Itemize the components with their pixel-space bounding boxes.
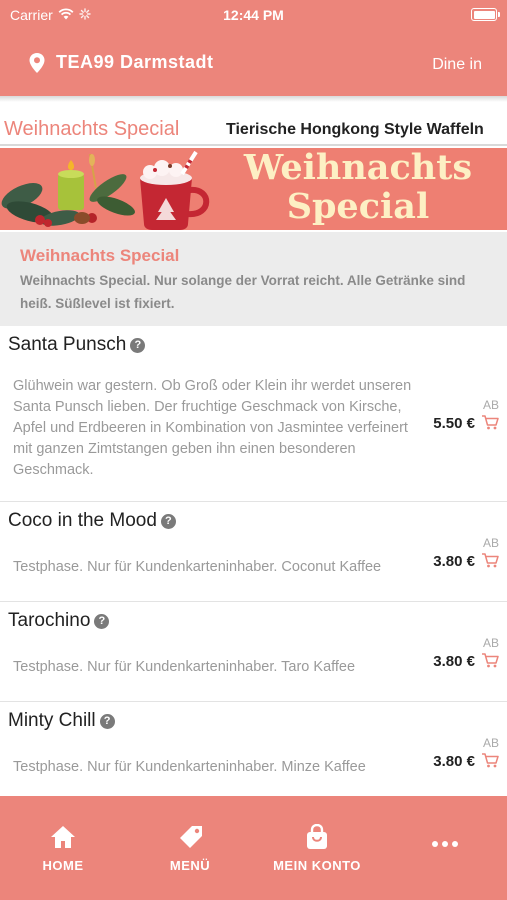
- price-prefix: AB: [482, 536, 499, 550]
- product-name-label: Santa Punsch: [8, 334, 127, 355]
- category-title: Weihnachts Special: [20, 246, 180, 265]
- nav-menu-label: MENÜ: [169, 858, 211, 873]
- nav-more[interactable]: [420, 836, 470, 854]
- product-name: Coco in the Mood ?: [8, 510, 176, 532]
- price-prefix: AB: [482, 398, 499, 412]
- cart-icon[interactable]: [481, 414, 499, 435]
- product-price: 3.80 €: [433, 653, 475, 670]
- dine-mode-button[interactable]: Dine in: [432, 56, 482, 74]
- product-description: Testphase. Nur für Kundenkarteninhaber. …: [13, 759, 366, 775]
- product-price: 3.80 €: [433, 553, 475, 570]
- category-banner: Weihnachts Special: [0, 148, 507, 230]
- banner-title-line-2: Special: [286, 186, 430, 227]
- help-icon[interactable]: ?: [99, 713, 115, 729]
- nav-menu[interactable]: MENÜ: [155, 824, 225, 873]
- price-prefix: AB: [482, 636, 499, 650]
- bag-icon: [303, 823, 331, 854]
- product-name-label: Minty Chill: [8, 710, 96, 731]
- product-description: Testphase. Nur für Kundenkarteninhaber. …: [13, 659, 356, 675]
- product-name-label: Coco in the Mood: [8, 510, 157, 531]
- product-price: 3.80 €: [433, 753, 475, 770]
- product-description: Glühwein war gestern. Ob Groß oder Klein…: [13, 378, 412, 478]
- christmas-decoration-illustration: [1, 150, 210, 230]
- help-icon[interactable]: ?: [130, 337, 146, 353]
- product-name: Tarochino ?: [8, 610, 110, 632]
- product-item-tarochino[interactable]: Tarochino ? Testphase. Nur für Kundenkar…: [0, 602, 507, 702]
- nav-home-label: HOME: [42, 858, 84, 873]
- product-name: Santa Punsch ?: [8, 334, 146, 356]
- product-name-label: Tarochino: [8, 610, 91, 631]
- nav-home[interactable]: HOME: [28, 824, 98, 873]
- more-icon: [430, 836, 460, 853]
- price-prefix: AB: [482, 736, 499, 750]
- product-price: 5.50 €: [433, 415, 475, 432]
- clock: 12:44 PM: [223, 7, 284, 23]
- banner-title-line-1: Weihnachts: [243, 148, 473, 188]
- product-item-coco-in-the-mood[interactable]: Coco in the Mood ? Testphase. Nur für Ku…: [0, 502, 507, 602]
- battery-icon: [471, 8, 500, 21]
- help-icon[interactable]: ?: [94, 613, 110, 629]
- help-icon[interactable]: ?: [160, 513, 176, 529]
- product-item-minty-chill[interactable]: Minty Chill ? Testphase. Nur für Kundenk…: [0, 702, 507, 796]
- product-item-santa-punsch[interactable]: Santa Punsch ? Glühwein war gestern. Ob …: [0, 326, 507, 502]
- category-tabs: Weihnachts Special Tierische Hongkong St…: [0, 108, 507, 146]
- location-pin-icon[interactable]: [28, 52, 46, 79]
- nav-account[interactable]: MEIN KONTO: [266, 823, 368, 873]
- tag-icon: [176, 826, 204, 854]
- bottom-nav: HOME MENÜ MEIN KONTO: [0, 796, 507, 900]
- tab-weihnachts-special[interactable]: Weihnachts Special: [4, 118, 179, 141]
- nav-account-label: MEIN KONTO: [273, 858, 361, 873]
- app-header: TEA99 Darmstadt Dine in: [0, 30, 507, 96]
- store-name[interactable]: TEA99 Darmstadt: [56, 52, 214, 73]
- banner-title: Weihnachts Special: [218, 148, 498, 226]
- tab-waffeln[interactable]: Tierische Hongkong Style Waffeln: [226, 121, 484, 139]
- category-info: Weihnachts Special Weihnachts Special. N…: [0, 232, 507, 326]
- product-description: Testphase. Nur für Kundenkarteninhaber. …: [13, 559, 382, 575]
- home-icon: [49, 826, 77, 854]
- cart-icon[interactable]: [481, 552, 499, 573]
- product-name: Minty Chill ?: [8, 710, 115, 732]
- category-description: Weihnachts Special. Nur solange der Vorr…: [20, 273, 466, 311]
- status-bar: Carrier 12:44 PM: [0, 0, 507, 30]
- cart-icon[interactable]: [481, 652, 499, 673]
- header-divider: [0, 96, 507, 102]
- cart-icon[interactable]: [481, 752, 499, 773]
